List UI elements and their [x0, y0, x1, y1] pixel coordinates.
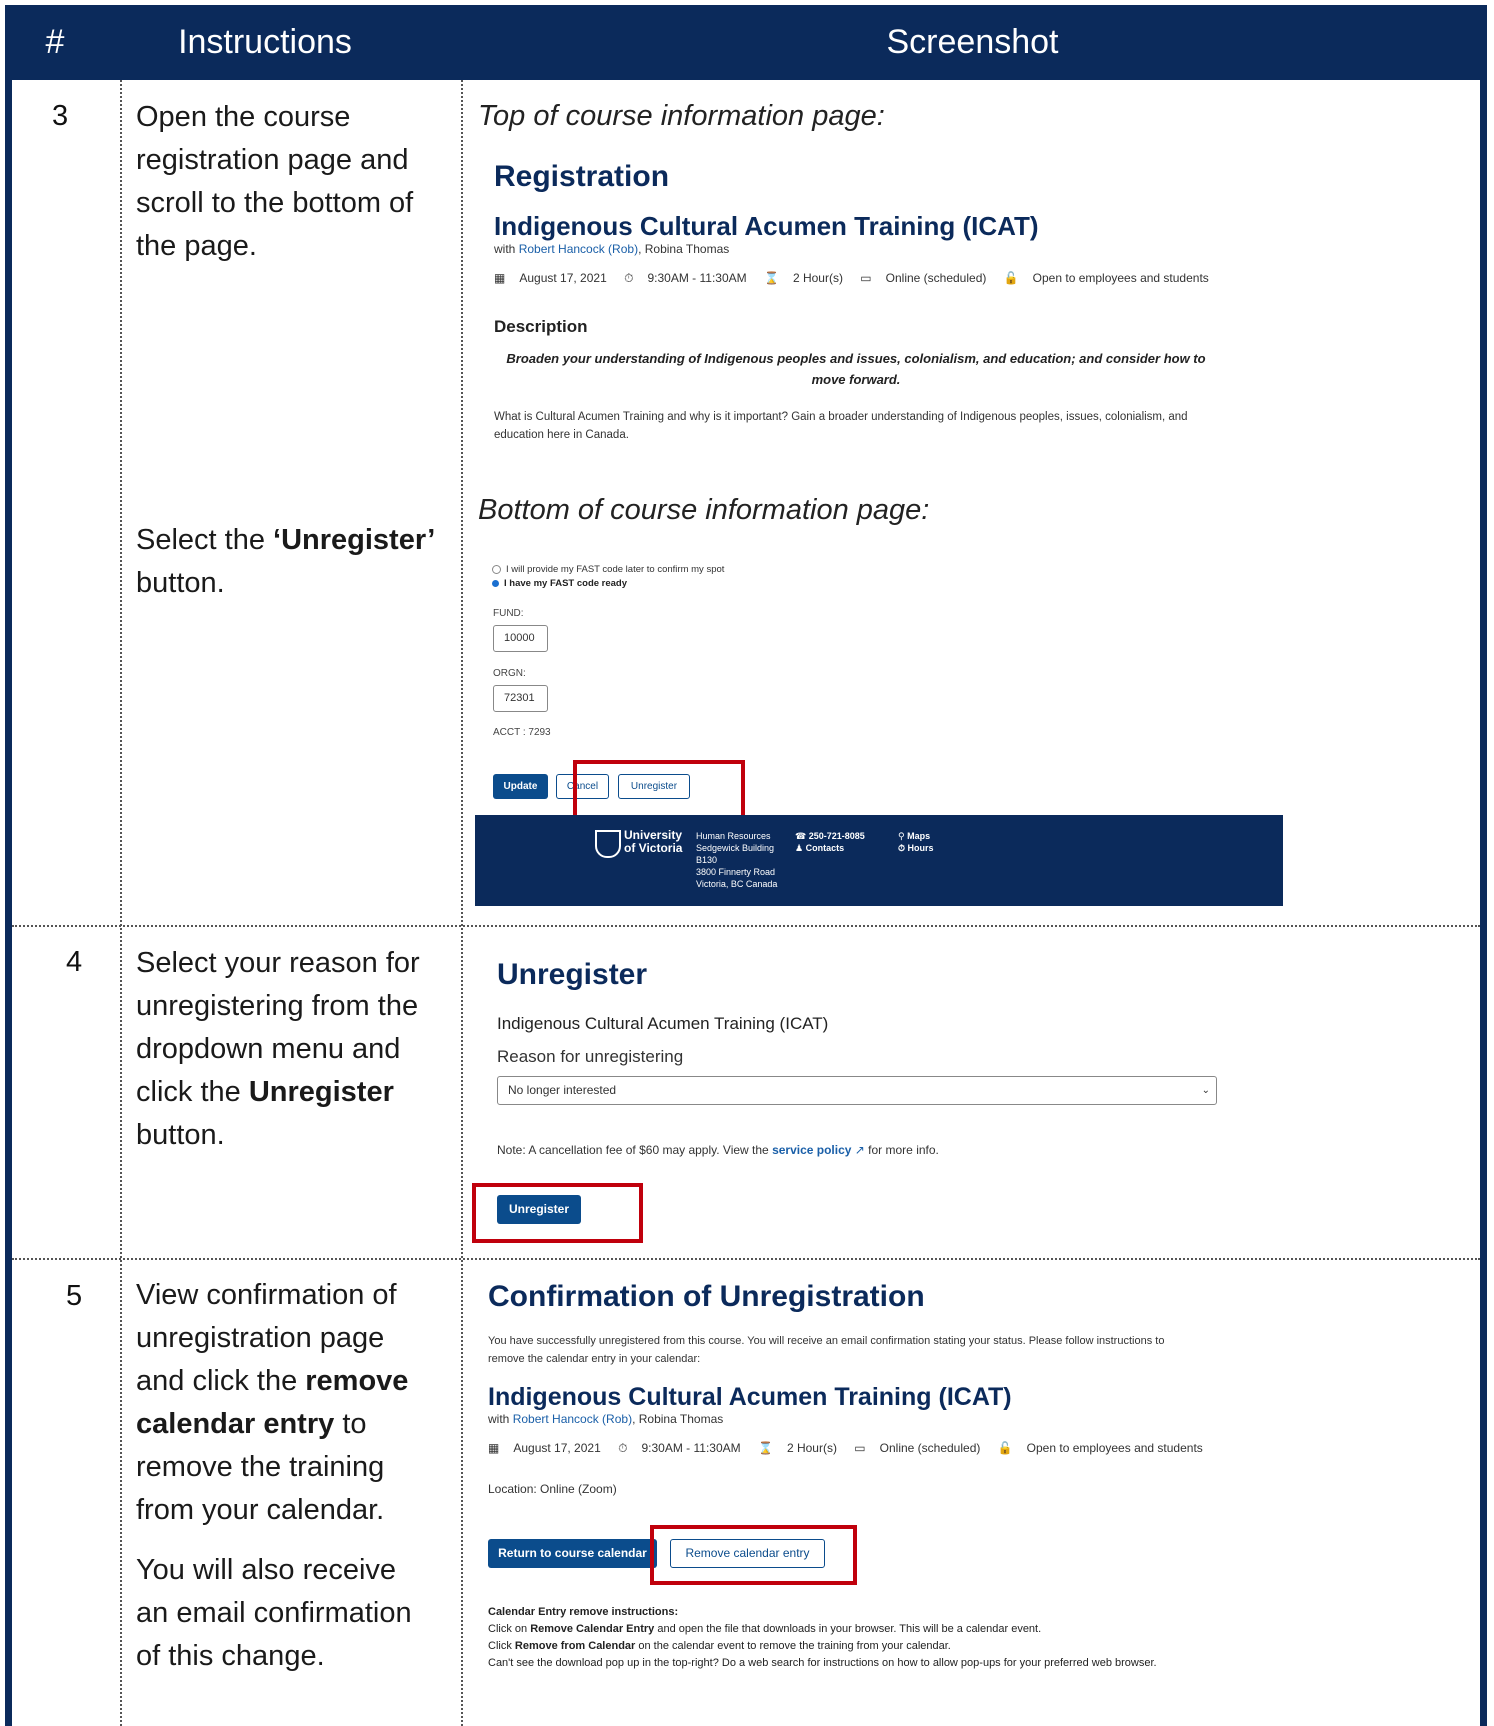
highlight-box: [573, 760, 745, 819]
footer-maps[interactable]: ⚲ Maps: [898, 830, 930, 842]
site-footer: University of Victoria Human Resources Sed…: [475, 815, 1283, 906]
course-time: 9:30AM - 11:30AM: [647, 271, 747, 285]
course-mode: Online (scheduled): [879, 1441, 981, 1455]
course-title: Indigenous Cultural Acumen Training (ICA…: [497, 1014, 829, 1033]
description-lead: Broaden your understanding of Indigenous…: [506, 351, 1206, 387]
step-instruction: Open the course registration page and sc…: [136, 101, 414, 262]
instruction-line: Can't see the download pop up in the top…: [488, 1657, 1157, 1669]
orgn-field[interactable]: 72301: [493, 685, 548, 712]
university-logo: [595, 830, 621, 858]
clock-icon: ⏱: [898, 843, 908, 853]
highlight-box: [650, 1525, 857, 1585]
chevron-down-icon: ⌄: [1201, 1085, 1210, 1096]
orgn-label: ORGN:: [493, 668, 526, 679]
footer-phone[interactable]: ☎ 250-721-8085: [795, 830, 865, 842]
hourglass-icon: ⌛: [757, 1441, 773, 1455]
column-divider: [120, 80, 122, 1726]
step-instruction: Select your reason for unregistering fro…: [136, 947, 420, 1151]
service-policy-link[interactable]: service policy: [772, 1143, 851, 1157]
reason-select[interactable]: No longer interested ⌄: [497, 1076, 1217, 1105]
course-mode: Online (scheduled): [885, 271, 987, 285]
monitor-icon: ▭: [860, 271, 872, 285]
caption: Bottom of course information page:: [478, 494, 930, 526]
clock-icon: ⏱: [618, 1441, 628, 1455]
radio-option[interactable]: I will provide my FAST code later to con…: [492, 564, 724, 575]
clock-icon: ⏱: [624, 271, 634, 285]
footer-hours[interactable]: ⏱ Hours: [898, 842, 934, 854]
reason-label: Reason for unregistering: [497, 1047, 684, 1066]
page-title: Confirmation of Unregistration: [488, 1280, 925, 1313]
calendar-icon: ▦: [494, 271, 506, 285]
step-number: 5: [66, 1280, 83, 1312]
instruction-line: Click on Remove Calendar Entry and open …: [488, 1623, 1042, 1635]
column-divider: [461, 80, 463, 1726]
step-instruction: You will also receive an email confirmat…: [136, 1554, 412, 1672]
description-heading: Description: [494, 317, 588, 336]
person-icon: ♟: [795, 843, 806, 853]
course-duration: 2 Hour(s): [792, 271, 843, 285]
caption: Top of course information page:: [478, 100, 885, 132]
footer-contacts[interactable]: ♟ Contacts: [795, 842, 844, 854]
acct-text: ACCT : 7293: [493, 727, 551, 738]
page-title: Unregister: [497, 958, 648, 991]
course-meta: ▦ August 17, 2021 ⏱ 9:30AM - 11:30AM ⌛ 2 Ho…: [488, 1441, 1217, 1456]
row-divider: [12, 925, 1480, 927]
course-title: Indigenous Cultural Acumen Training (ICA…: [488, 1383, 1012, 1411]
step-number: 4: [66, 946, 83, 978]
phone-icon: ☎: [795, 831, 809, 841]
page-title: Registration: [494, 160, 670, 193]
instructor-link[interactable]: Robert Hancock (Rob): [519, 242, 638, 256]
monitor-icon: ▭: [854, 1441, 866, 1455]
instruction-line: Click Remove from Calendar on the calend…: [488, 1640, 951, 1652]
header-instructions: Instructions: [178, 23, 352, 61]
header-number: #: [45, 23, 65, 61]
instructors: with Robert Hancock (Rob), Robina Thomas: [494, 242, 730, 256]
footer-address: Human Resources Sedgewick Building B130 380…: [696, 831, 778, 889]
map-pin-icon: ⚲: [898, 831, 908, 841]
course-access: Open to employees and students: [1032, 271, 1209, 285]
fund-label: FUND:: [493, 608, 524, 619]
lock-icon: 🔓: [1003, 271, 1019, 285]
course-duration: 2 Hour(s): [786, 1441, 837, 1455]
step-instruction: View confirmation of unregistration page…: [136, 1279, 409, 1526]
course-meta: ▦ August 17, 2021 ⏱ 9:30AM - 11:30AM ⌛ 2 Ho…: [494, 271, 1223, 286]
step-number: 3: [52, 100, 69, 132]
radio-button[interactable]: [492, 564, 501, 574]
fund-field[interactable]: 10000: [493, 625, 548, 652]
university-name: University of Victoria: [624, 828, 683, 855]
calendar-icon: ▦: [488, 1441, 500, 1455]
calendar-remove-instructions: Calendar Entry remove instructions: Clic…: [488, 1604, 1188, 1672]
description-body: What is Cultural Acumen Training and why…: [494, 411, 1188, 441]
confirmation-intro: You have successfully unregistered from …: [488, 1335, 1165, 1365]
course-location: Location: Online (Zoom): [488, 1482, 617, 1496]
instructor-link[interactable]: Robert Hancock (Rob): [513, 1412, 632, 1426]
highlight-box: [472, 1183, 643, 1243]
radio-button[interactable]: [492, 579, 499, 587]
row-divider: [12, 1258, 1480, 1260]
cancellation-note: Note: A cancellation fee of $60 may appl…: [497, 1143, 939, 1157]
external-link-icon: ↗: [851, 1143, 865, 1157]
instructors: with Robert Hancock (Rob), Robina Thomas: [488, 1412, 724, 1426]
course-time: 9:30AM - 11:30AM: [641, 1441, 741, 1455]
step-instruction: Select the ‘Unregister’ button.: [136, 524, 436, 599]
update-button[interactable]: Update: [493, 774, 548, 799]
return-to-calendar-button[interactable]: Return to course calendar: [488, 1539, 657, 1568]
header-screenshot: Screenshot: [886, 23, 1059, 61]
table-header: # Instructions Screenshot: [5, 5, 1487, 80]
lock-icon: 🔓: [997, 1441, 1013, 1455]
instructions-heading: Calendar Entry remove instructions:: [488, 1606, 679, 1618]
hourglass-icon: ⌛: [763, 271, 779, 285]
radio-option-selected[interactable]: I have my FAST code ready: [492, 578, 627, 589]
course-date: August 17, 2021: [519, 271, 607, 285]
course-title: Indigenous Cultural Acumen Training (ICA…: [494, 211, 1039, 241]
course-access: Open to employees and students: [1026, 1441, 1203, 1455]
course-date: August 17, 2021: [513, 1441, 601, 1455]
